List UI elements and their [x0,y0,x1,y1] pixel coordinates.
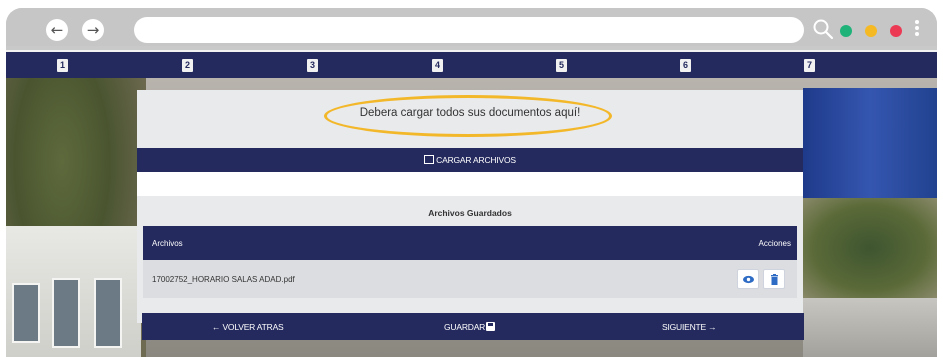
documents-panel: Debera cargar todos sus documentos aquí!… [137,90,803,323]
green-dot [840,25,852,37]
upload-dropzone[interactable] [137,172,803,196]
trash-icon [771,274,778,285]
background-window [52,278,80,348]
files-table-header: Archivos Acciones [143,226,797,260]
step-1[interactable]: 1 [57,59,68,72]
column-header-files: Archivos [152,239,183,248]
table-row: 17002752_HORARIO SALAS ADAD.pdf [143,260,797,298]
step-navigation: 1 2 3 4 5 6 7 [6,50,937,78]
eye-icon [743,275,754,284]
browser-window: ← → 1 2 3 4 5 6 7 Debera cargar todos su… [6,8,937,357]
upload-files-label: CARGAR ARCHIVOS [436,155,516,165]
save-button-label: GUARDAR [444,322,486,332]
upload-icon [424,155,435,164]
address-bar[interactable] [134,17,804,43]
save-button[interactable]: GUARDAR [444,322,496,332]
step-5[interactable]: 5 [556,59,567,72]
search-icon[interactable] [812,18,834,40]
background-window [94,278,122,348]
kebab-menu-icon[interactable] [914,18,920,42]
red-dot [890,25,902,37]
column-header-actions: Acciones [758,239,791,248]
save-icon [486,322,496,331]
step-7[interactable]: 7 [804,59,815,72]
file-name: 17002752_HORARIO SALAS ADAD.pdf [152,275,295,284]
panel-header: Debera cargar todos sus documentos aquí! [137,90,803,148]
back-icon[interactable]: ← [46,19,68,41]
background-ground-right [803,298,937,357]
step-2[interactable]: 2 [182,59,193,72]
browser-toolbar: ← → [6,8,937,46]
step-4[interactable]: 4 [432,59,443,72]
view-file-button[interactable] [737,269,759,289]
upload-files-button[interactable]: CARGAR ARCHIVOS [137,148,803,172]
next-button[interactable]: SIGUIENTE → [662,322,717,332]
background-trees-right [803,198,937,298]
saved-files-title: Archivos Guardados [428,208,512,218]
step-3[interactable]: 3 [307,59,318,72]
background-window [12,283,40,343]
delete-file-button[interactable] [763,269,785,289]
back-button[interactable]: ← VOLVER ATRAS [212,322,284,332]
highlight-oval [324,95,612,137]
step-6[interactable]: 6 [680,59,691,72]
wizard-footer: ← VOLVER ATRAS GUARDAR SIGUIENTE → [142,313,804,340]
forward-icon[interactable]: → [82,19,104,41]
yellow-dot [865,25,877,37]
